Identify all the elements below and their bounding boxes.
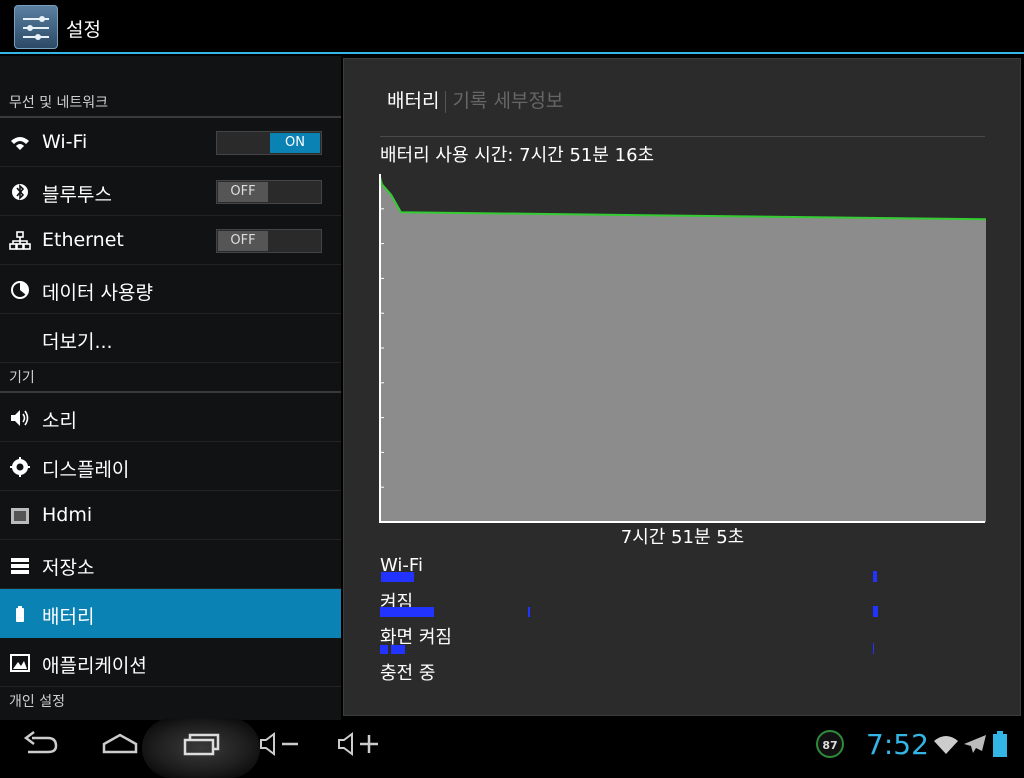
home-icon[interactable]	[100, 730, 140, 758]
sidebar-item-label: Wi-Fi	[42, 131, 88, 153]
toggle-state: OFF	[218, 182, 268, 202]
screen-on-bar	[391, 645, 405, 654]
recent-apps-icon[interactable]	[182, 730, 222, 758]
graph-duration-label: 7시간 51분 5초	[620, 527, 745, 548]
action-bar: 설정	[0, 0, 1024, 54]
sidebar-item-storage[interactable]: 저장소	[0, 540, 341, 589]
header-divider	[380, 136, 985, 137]
storage-icon	[9, 554, 31, 576]
wifi-signal-icon	[934, 736, 958, 754]
battery-level-line	[379, 173, 986, 221]
toggle-state: OFF	[218, 231, 268, 251]
sidebar-item-hdmi[interactable]: Hdmi	[0, 491, 341, 540]
sidebar-item-label: 디스플레이	[42, 459, 130, 481]
section-header-personal: 개인 설정	[9, 694, 65, 710]
sidebar-item-more[interactable]: 더보기...	[0, 314, 341, 363]
sidebar-item-label: Hdmi	[42, 504, 93, 526]
volume-down-icon[interactable]	[258, 730, 302, 758]
sidebar-item-label: 애플리케이션	[42, 655, 147, 677]
sidebar-item-label: 더보기...	[42, 331, 113, 353]
sidebar-item-display[interactable]: 디스플레이	[0, 442, 341, 491]
sidebar-item-data-usage[interactable]: 데이터 사용량	[0, 265, 341, 314]
battery-icon	[9, 603, 31, 625]
screen-on-bar	[873, 643, 874, 654]
battery-history-graph[interactable]	[379, 172, 986, 525]
sidebar-item-label: 블루투스	[42, 184, 112, 206]
volume-up-icon[interactable]	[336, 730, 382, 758]
sidebar-item-label: 데이터 사용량	[42, 282, 153, 304]
screen-on-bar	[380, 645, 388, 654]
wifi-active-bar	[873, 571, 877, 582]
back-icon[interactable]	[22, 730, 60, 758]
hdmi-icon	[9, 505, 31, 527]
sidebar-item-ethernet[interactable]: Ethernet OFF	[0, 216, 341, 265]
wifi-active-bar	[381, 572, 414, 582]
ethernet-icon	[9, 230, 31, 252]
brightness-icon	[9, 456, 31, 478]
bluetooth-toggle[interactable]: OFF	[216, 180, 322, 204]
tab-battery[interactable]: 배터리	[387, 90, 439, 112]
bluetooth-icon	[9, 181, 31, 203]
battery-usage-time: 배터리 사용 시간: 7시간 51분 16초	[380, 145, 655, 166]
tab-history-details[interactable]: 기록 세부정보	[452, 90, 563, 112]
sidebar-item-wifi[interactable]: Wi-Fi ON	[0, 118, 341, 167]
battery-level-badge: 87	[816, 730, 844, 758]
section-header-device: 기기	[0, 363, 341, 393]
applications-icon	[9, 652, 31, 674]
row-label-charging: 충전 중	[380, 663, 436, 684]
app-title[interactable]: 설정	[66, 15, 101, 42]
sidebar-item-battery[interactable]: 배터리	[0, 589, 341, 638]
sidebar-item-label: 소리	[42, 410, 77, 432]
volume-icon	[9, 407, 31, 429]
settings-sidebar: 무선 및 네트워크 Wi-Fi ON 블루투스 OFF Ethernet OFF…	[0, 56, 341, 720]
sidebar-item-sound[interactable]: 소리	[0, 393, 341, 442]
wifi-toggle[interactable]: ON	[216, 131, 322, 155]
settings-icon[interactable]	[14, 5, 58, 49]
wifi-icon	[9, 132, 31, 154]
tab-divider	[445, 90, 447, 113]
ethernet-toggle[interactable]: OFF	[216, 229, 322, 253]
battery-status-icon	[993, 731, 1007, 757]
sidebar-item-label: 저장소	[42, 557, 95, 579]
sidebar-item-label: Ethernet	[42, 229, 124, 251]
awake-bar	[873, 606, 878, 617]
system-navigation-bar: 87 7:52	[0, 718, 1024, 778]
airplane-mode-icon	[964, 735, 986, 753]
section-header-wireless: 무선 및 네트워크	[0, 88, 341, 118]
tab-bar: 배터리 기록 세부정보	[387, 86, 563, 113]
awake-bar	[528, 607, 530, 617]
toggle-state: ON	[270, 133, 320, 153]
data-usage-icon	[9, 279, 31, 301]
battery-panel: 배터리 기록 세부정보 배터리 사용 시간: 7시간 51분 16초 7시간 51…	[343, 58, 1021, 716]
sidebar-item-label: 배터리	[42, 606, 95, 628]
status-clock[interactable]: 7:52	[866, 728, 929, 761]
sidebar-item-applications[interactable]: 애플리케이션	[0, 638, 341, 687]
awake-bar	[380, 607, 434, 617]
sidebar-item-bluetooth[interactable]: 블루투스 OFF	[0, 167, 341, 216]
battery-level-area	[379, 174, 986, 522]
